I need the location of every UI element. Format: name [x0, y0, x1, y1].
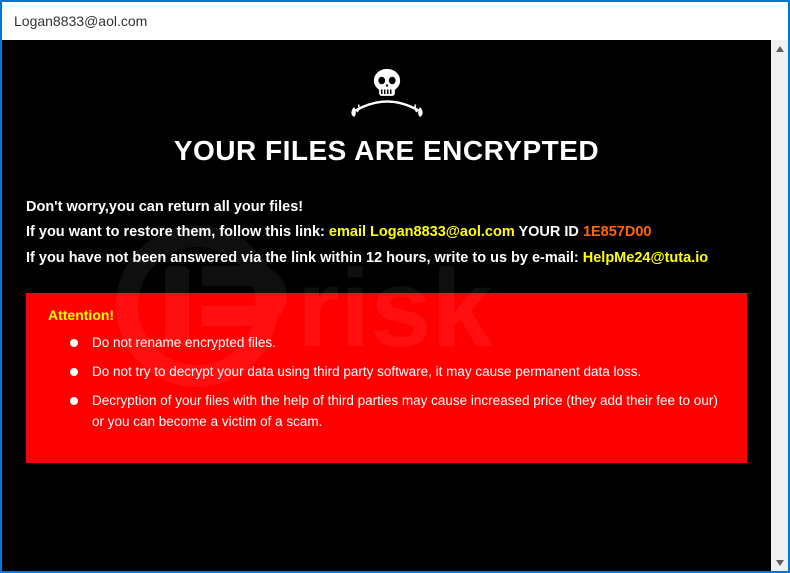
- skull-logo: [26, 64, 747, 129]
- attention-box: Attention! Do not rename encrypted files…: [26, 293, 747, 463]
- msg3-prefix: If you have not been answered via the li…: [26, 250, 583, 266]
- victim-id: 1E857D00: [583, 224, 652, 240]
- secondary-email: HelpMe24@tuta.io: [583, 250, 708, 266]
- headline: YOUR FILES ARE ENCRYPTED: [26, 135, 747, 167]
- attention-title: Attention!: [48, 307, 725, 323]
- window-title: Logan8833@aol.com: [14, 13, 147, 29]
- list-item: Do not try to decrypt your data using th…: [70, 362, 725, 383]
- message-line-3: If you have not been answered via the li…: [26, 246, 747, 271]
- attention-list: Do not rename encrypted files. Do not tr…: [48, 333, 725, 433]
- vertical-scrollbar[interactable]: [771, 40, 788, 571]
- primary-email: Logan8833@aol.com: [370, 224, 515, 240]
- your-id-label: YOUR ID: [515, 224, 583, 240]
- skull-crossed-swords-icon: [348, 64, 426, 124]
- window-titlebar: Logan8833@aol.com: [2, 2, 788, 40]
- message-line-1: Don't worry,you can return all your file…: [26, 195, 747, 220]
- primary-email-label: email Logan8833@aol.com: [329, 224, 515, 240]
- email-label-word: email: [329, 224, 370, 240]
- list-item: Do not rename encrypted files.: [70, 333, 725, 354]
- list-item: Decryption of your files with the help o…: [70, 391, 725, 433]
- msg2-prefix: If you want to restore them, follow this…: [26, 224, 329, 240]
- message-line-2: If you want to restore them, follow this…: [26, 220, 747, 245]
- ransom-note-body: risk: [2, 40, 771, 571]
- scroll-up-arrow-icon[interactable]: [771, 40, 788, 57]
- scroll-down-arrow-icon[interactable]: [771, 554, 788, 571]
- message-block: Don't worry,you can return all your file…: [26, 195, 747, 271]
